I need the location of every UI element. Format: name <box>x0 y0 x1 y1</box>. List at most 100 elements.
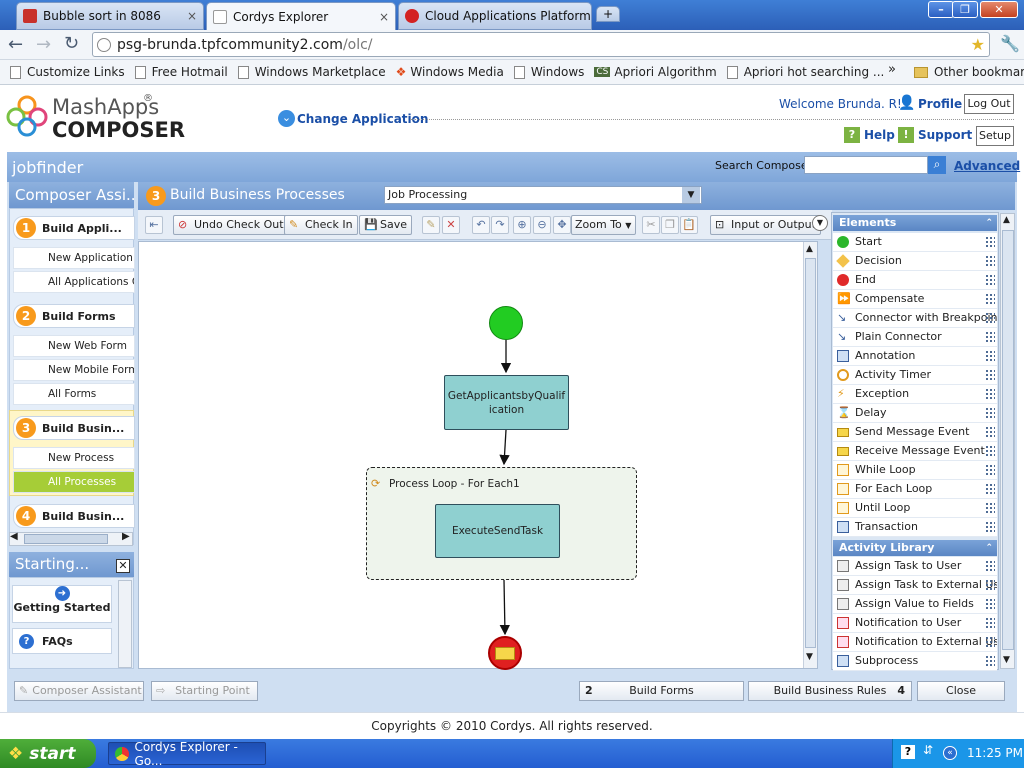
support-link[interactable]: Support <box>918 128 972 142</box>
bookmark-apriori[interactable]: CS Apriori Algorithm <box>594 65 717 79</box>
section-build-business-processes[interactable]: 3 Build Busin... <box>13 416 135 440</box>
activity-subprocess[interactable]: Subprocess <box>833 652 997 671</box>
drag-handle-icon[interactable] <box>985 388 995 400</box>
element-while-loop[interactable]: While Loop <box>833 461 997 480</box>
address-bar[interactable]: psg-brunda.tpfcommunity2.com/olc/ ★ <box>92 32 990 57</box>
check-in-button[interactable]: ✎ Check In <box>284 215 358 235</box>
input-output-button[interactable]: ⊡ Input or Output <box>710 215 821 235</box>
drag-handle-icon[interactable] <box>985 426 995 438</box>
drag-handle-icon[interactable] <box>985 445 995 457</box>
copy-icon[interactable]: ❐ <box>661 216 679 234</box>
scroll-left-icon[interactable]: ◀ <box>10 531 18 542</box>
cut-icon[interactable]: ✂ <box>642 216 660 234</box>
section-build-applications[interactable]: 1 Build Appli... <box>13 216 135 240</box>
element-receive-message[interactable]: Receive Message Event <box>833 442 997 461</box>
nav-all-application-objects[interactable]: All Applications Ob <box>13 271 135 293</box>
drag-handle-icon[interactable] <box>985 598 995 610</box>
forward-icon[interactable]: → <box>36 34 51 55</box>
setup-button[interactable]: Setup <box>976 126 1014 146</box>
elements-vertical-scrollbar[interactable]: ▲ ▼ <box>1000 213 1015 669</box>
getting-started-button[interactable]: ➜ Getting Started <box>12 585 112 623</box>
nav-new-process[interactable]: New Process <box>13 447 135 469</box>
zoom-to-dropdown[interactable]: Zoom To ▼ <box>571 215 637 235</box>
scroll-down-icon[interactable]: ▼ <box>806 652 813 662</box>
drag-handle-icon[interactable] <box>985 293 995 305</box>
nav-new-mobile-form[interactable]: New Mobile Form <box>13 359 135 381</box>
drag-handle-icon[interactable] <box>985 464 995 476</box>
drag-handle-icon[interactable] <box>985 369 995 381</box>
element-compensate[interactable]: ⏩ Compensate <box>833 290 997 309</box>
drag-handle-icon[interactable] <box>985 350 995 362</box>
nav-new-application-object[interactable]: New Application O <box>13 247 135 269</box>
back-icon[interactable]: ← <box>8 34 23 55</box>
canvas-vertical-scrollbar[interactable]: ▲ ▼ <box>803 242 817 668</box>
bookmarks-overflow-icon[interactable]: » <box>888 62 896 77</box>
element-decision[interactable]: Decision <box>833 252 997 271</box>
activity-assign-task-user[interactable]: Assign Task to User <box>833 557 997 576</box>
more-options-icon[interactable]: ▼ <box>812 215 828 231</box>
previous-step-button[interactable]: 2 Build Forms <box>579 681 744 701</box>
element-send-message[interactable]: Send Message Event <box>833 423 997 442</box>
section-build-business-rules[interactable]: 4 Build Busin... <box>13 504 135 528</box>
bookmark-windows-media[interactable]: ❖ Windows Media <box>396 65 504 79</box>
scroll-up-icon[interactable]: ▲ <box>806 244 813 254</box>
drag-handle-icon[interactable] <box>985 312 995 324</box>
drag-handle-icon[interactable] <box>985 579 995 591</box>
bookmark-free-hotmail[interactable]: Free Hotmail <box>134 65 228 79</box>
activity-library-header[interactable]: Activity Library ⌃ <box>833 540 997 556</box>
element-exception[interactable]: ⚡ Exception <box>833 385 997 404</box>
zoom-out-icon[interactable]: ⊖ <box>533 216 551 234</box>
chevron-down-icon[interactable]: ▼ <box>682 187 700 203</box>
drag-handle-icon[interactable] <box>985 331 995 343</box>
nav-new-web-form[interactable]: New Web Form <box>13 335 135 357</box>
redo-icon[interactable]: ↷ <box>491 216 509 234</box>
drag-handle-icon[interactable] <box>985 636 995 648</box>
logout-button[interactable]: Log Out <box>964 94 1014 114</box>
nav-all-forms[interactable]: All Forms <box>13 383 135 405</box>
star-icon[interactable]: ★ <box>971 35 985 54</box>
element-until-loop[interactable]: Until Loop <box>833 499 997 518</box>
drag-handle-icon[interactable] <box>985 502 995 514</box>
minimize-button[interactable]: – <box>928 1 954 18</box>
drag-handle-icon[interactable] <box>985 617 995 629</box>
zoom-in-icon[interactable]: ⊕ <box>513 216 531 234</box>
paste-icon[interactable]: 📋 <box>680 216 698 234</box>
tab-cordys-explorer[interactable]: Cordys Explorer × <box>206 2 396 30</box>
drag-handle-icon[interactable] <box>985 521 995 533</box>
scroll-down-icon[interactable]: ▼ <box>1003 655 1010 665</box>
drag-handle-icon[interactable] <box>985 407 995 419</box>
save-button[interactable]: 💾 Save <box>359 215 413 235</box>
drag-handle-icon[interactable] <box>985 560 995 572</box>
help-tray-icon[interactable]: ? <box>901 745 915 759</box>
activity-assign-value[interactable]: Assign Value to Fields <box>833 595 997 614</box>
tab-bubble-sort[interactable]: Bubble sort in 8086 × <box>16 2 204 30</box>
search-icon[interactable]: ⌕ <box>928 156 946 174</box>
drag-handle-icon[interactable] <box>985 655 995 667</box>
activity-execute-send-task[interactable]: ExecuteSendTask <box>435 504 560 558</box>
tab-cloud-apps[interactable]: Cloud Applications Platform... × <box>398 2 592 30</box>
undo-icon[interactable]: ↶ <box>472 216 490 234</box>
new-tab-button[interactable]: + <box>596 6 620 22</box>
process-select[interactable]: Job Processing ▼ <box>384 186 702 204</box>
nav-all-processes[interactable]: All Processes <box>13 471 135 493</box>
other-bookmarks[interactable]: Other bookmarks <box>914 65 1024 79</box>
search-input[interactable] <box>804 156 928 174</box>
reload-icon[interactable]: ↻ <box>64 33 79 54</box>
advanced-search-link[interactable]: Advanced <box>954 159 1020 173</box>
element-connector-breakpoint[interactable]: ↘ Connector with Breakpoint <box>833 309 997 328</box>
edit-icon[interactable]: ✎ <box>422 216 440 234</box>
maximize-button[interactable]: ❐ <box>952 1 978 18</box>
wrench-icon[interactable]: 🔧 <box>1000 34 1020 53</box>
delete-icon[interactable]: ✕ <box>442 216 460 234</box>
element-delay[interactable]: ⌛ Delay <box>833 404 997 423</box>
starting-vertical-scrollbar[interactable] <box>118 580 132 668</box>
drag-handle-icon[interactable] <box>985 236 995 248</box>
drag-handle-icon[interactable] <box>985 255 995 267</box>
activity-notification-external[interactable]: Notification to External Us <box>833 633 997 652</box>
profile-link[interactable]: Profile <box>918 97 962 111</box>
element-annotation[interactable]: Annotation <box>833 347 997 366</box>
bookmark-customize-links[interactable]: Customize Links <box>10 65 125 79</box>
scroll-up-icon[interactable]: ▲ <box>1003 215 1010 225</box>
close-tab-icon[interactable]: × <box>379 10 389 24</box>
close-icon[interactable]: ✕ <box>116 559 130 573</box>
